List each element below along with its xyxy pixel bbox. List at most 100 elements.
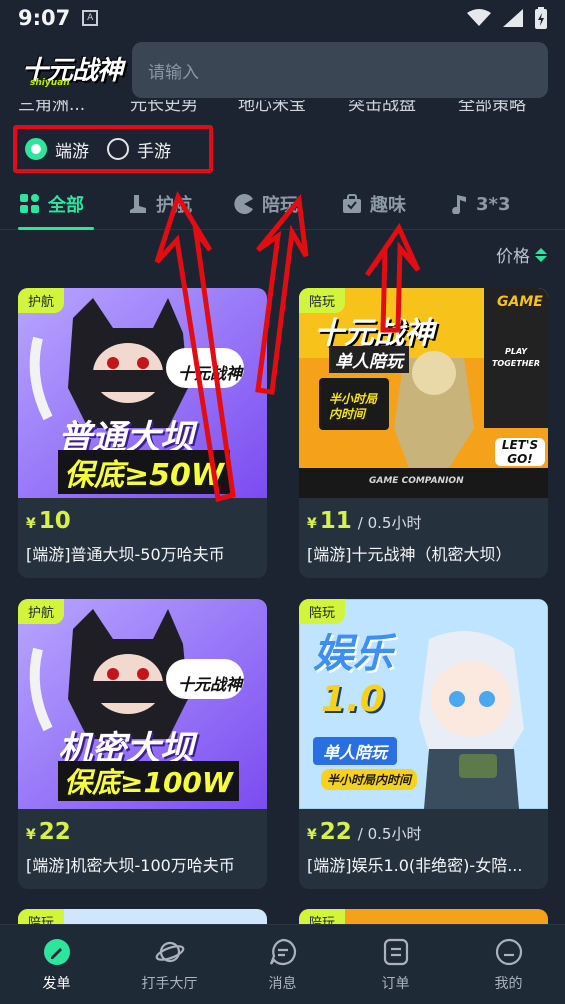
nav-profile[interactable]: 我的: [452, 925, 565, 1004]
sort-label: 价格: [496, 247, 530, 267]
card-title: [端游]十元战神（机密大坝）: [307, 545, 512, 564]
card-tag: 陪玩: [299, 599, 346, 624]
nav-label: 消息: [268, 975, 297, 992]
card-title: [端游]普通大坝-50万哈夫币: [26, 545, 225, 564]
price-value: 22: [319, 819, 352, 845]
order-icon: [381, 937, 411, 967]
music-note-icon: [450, 194, 468, 214]
card-art-line2: 保底≥50W: [58, 450, 230, 494]
price-value: 22: [38, 819, 71, 845]
sort-toggle-icon: [535, 247, 547, 262]
search-input[interactable]: 请输入: [132, 42, 548, 98]
nav-label: 发单: [42, 975, 71, 992]
status-time: 9:07: [18, 6, 71, 30]
price-value: 11: [319, 508, 352, 534]
game-list-row: 三角洲... 元长史男 地心米宝 突击战盘 全部策略: [0, 100, 565, 118]
card-tag: 护航: [18, 288, 65, 313]
nav-label: 订单: [381, 975, 410, 992]
header: 十元战神 shiyuan 请输入: [0, 36, 565, 106]
planet-icon: [155, 937, 185, 967]
game-item[interactable]: 三角洲...: [18, 100, 85, 115]
radio-pc[interactable]: 端游: [25, 137, 89, 162]
radio-unchecked-icon: [107, 138, 129, 160]
tab-companion[interactable]: 陪玩: [234, 186, 298, 222]
service-card[interactable]: 十元战神 普通大坝 保底≥50W 护航 ¥ 10 [端游]普通大坝-50万哈夫币: [18, 288, 267, 578]
card-art-side: LET'S GO!: [495, 438, 545, 466]
tab-all[interactable]: 全部: [20, 186, 84, 222]
logo-subtext: shiyuan: [30, 78, 70, 88]
game-item[interactable]: 地心米宝: [238, 100, 306, 115]
radio-label: 端游: [55, 141, 89, 162]
price-unit: / 0.5小时: [357, 514, 422, 532]
card-title: [端游]机密大坝-100万哈夫币: [26, 856, 235, 875]
service-card[interactable]: 十元战神 单人陪玩 半小时局内时间 GAME PLAY TOGETHER LET…: [299, 288, 548, 578]
nav-hall[interactable]: 打手大厅: [113, 925, 226, 1004]
tab-label: 陪玩: [262, 195, 298, 216]
nav-label: 打手大厅: [141, 975, 198, 992]
platform-filter: 端游 手游: [13, 125, 213, 173]
card-art-side: PLAY TOGETHER: [491, 347, 541, 368]
bag-icon: [342, 194, 362, 214]
card-art-line2: 单人陪玩: [329, 346, 409, 373]
tab-escort[interactable]: 护航: [128, 186, 192, 222]
category-tabs: 全部 护航 陪玩 趣味 3*3: [0, 180, 565, 230]
card-tag: 护航: [18, 599, 65, 624]
sort-by-price[interactable]: 价格: [496, 242, 547, 267]
card-art-badge: 十元战神: [178, 364, 243, 383]
currency-symbol: ¥: [307, 827, 317, 843]
nav-orders[interactable]: 订单: [339, 925, 452, 1004]
card-art-badge: 单人陪玩: [313, 737, 398, 765]
pacman-icon: [234, 194, 254, 214]
card-art-footer: GAME COMPANION: [369, 476, 464, 486]
card-art-footer: 半小时局内时间: [321, 769, 418, 790]
tab-label: 全部: [48, 195, 84, 216]
card-art-badge: 十元战神: [178, 675, 243, 694]
tab-3x3[interactable]: 3*3: [450, 186, 510, 222]
cellular-icon: [503, 9, 523, 27]
game-item[interactable]: 全部策略: [458, 100, 526, 115]
game-item[interactable]: 突击战盘: [348, 100, 416, 115]
tab-label: 护航: [156, 195, 192, 216]
tab-fun[interactable]: 趣味: [342, 186, 406, 222]
card-image: 十元战神 单人陪玩 半小时局内时间 GAME PLAY TOGETHER LET…: [299, 288, 548, 498]
radio-label: 手游: [137, 141, 171, 162]
search-placeholder: 请输入: [148, 62, 199, 83]
card-image: 娱乐 1.0 单人陪玩 半小时局内时间: [299, 599, 548, 809]
card-price: ¥ 22 / 0.5小时: [307, 819, 421, 845]
service-card[interactable]: 十元战神 机密大坝 保底≥100W 护航 ¥ 22 [端游]机密大坝-100万哈…: [18, 599, 267, 889]
radio-mobile[interactable]: 手游: [107, 137, 171, 162]
card-art-line1: 娱乐: [313, 631, 393, 677]
price-unit: / 0.5小时: [357, 825, 422, 843]
nav-label: 我的: [494, 975, 523, 992]
status-icons: [467, 7, 547, 29]
message-icon: [268, 937, 298, 967]
bottom-nav: 发单 打手大厅 消息 订单 我的: [0, 924, 565, 1004]
nav-send-order[interactable]: 发单: [0, 925, 113, 1004]
card-image: 十元战神 普通大坝 保底≥50W: [18, 288, 267, 498]
card-art-line2: 1.0: [321, 679, 385, 720]
card-title: [端游]娱乐1.0(非绝密)-女陪...: [307, 856, 523, 875]
active-tab-indicator: [18, 227, 94, 230]
tab-label: 3*3: [476, 193, 511, 215]
card-image: 十元战神 机密大坝 保底≥100W: [18, 599, 267, 809]
card-price: ¥ 22: [26, 819, 71, 845]
service-card[interactable]: 娱乐 1.0 单人陪玩 半小时局内时间 陪玩 ¥ 22 / 0.5小时 [端游]…: [299, 599, 548, 889]
game-item[interactable]: 元长史男: [130, 100, 198, 115]
profile-icon: [494, 937, 524, 967]
boot-icon: [128, 194, 148, 214]
app-logo: 十元战神 shiyuan: [22, 50, 123, 90]
tab-label: 趣味: [370, 195, 406, 216]
card-tag: 陪玩: [299, 288, 346, 313]
currency-symbol: ¥: [26, 516, 36, 532]
send-order-icon: [42, 937, 72, 967]
status-bar: 9:07 A: [0, 0, 565, 36]
nav-messages[interactable]: 消息: [226, 925, 339, 1004]
currency-symbol: ¥: [26, 827, 36, 843]
wifi-icon: [467, 9, 491, 26]
card-art-line2: 保底≥100W: [58, 761, 239, 801]
a-notification-icon: A: [82, 10, 99, 26]
card-price: ¥ 11 / 0.5小时: [307, 508, 421, 534]
currency-symbol: ¥: [307, 516, 317, 532]
card-price: ¥ 10: [26, 508, 71, 534]
radio-checked-icon: [25, 138, 47, 160]
